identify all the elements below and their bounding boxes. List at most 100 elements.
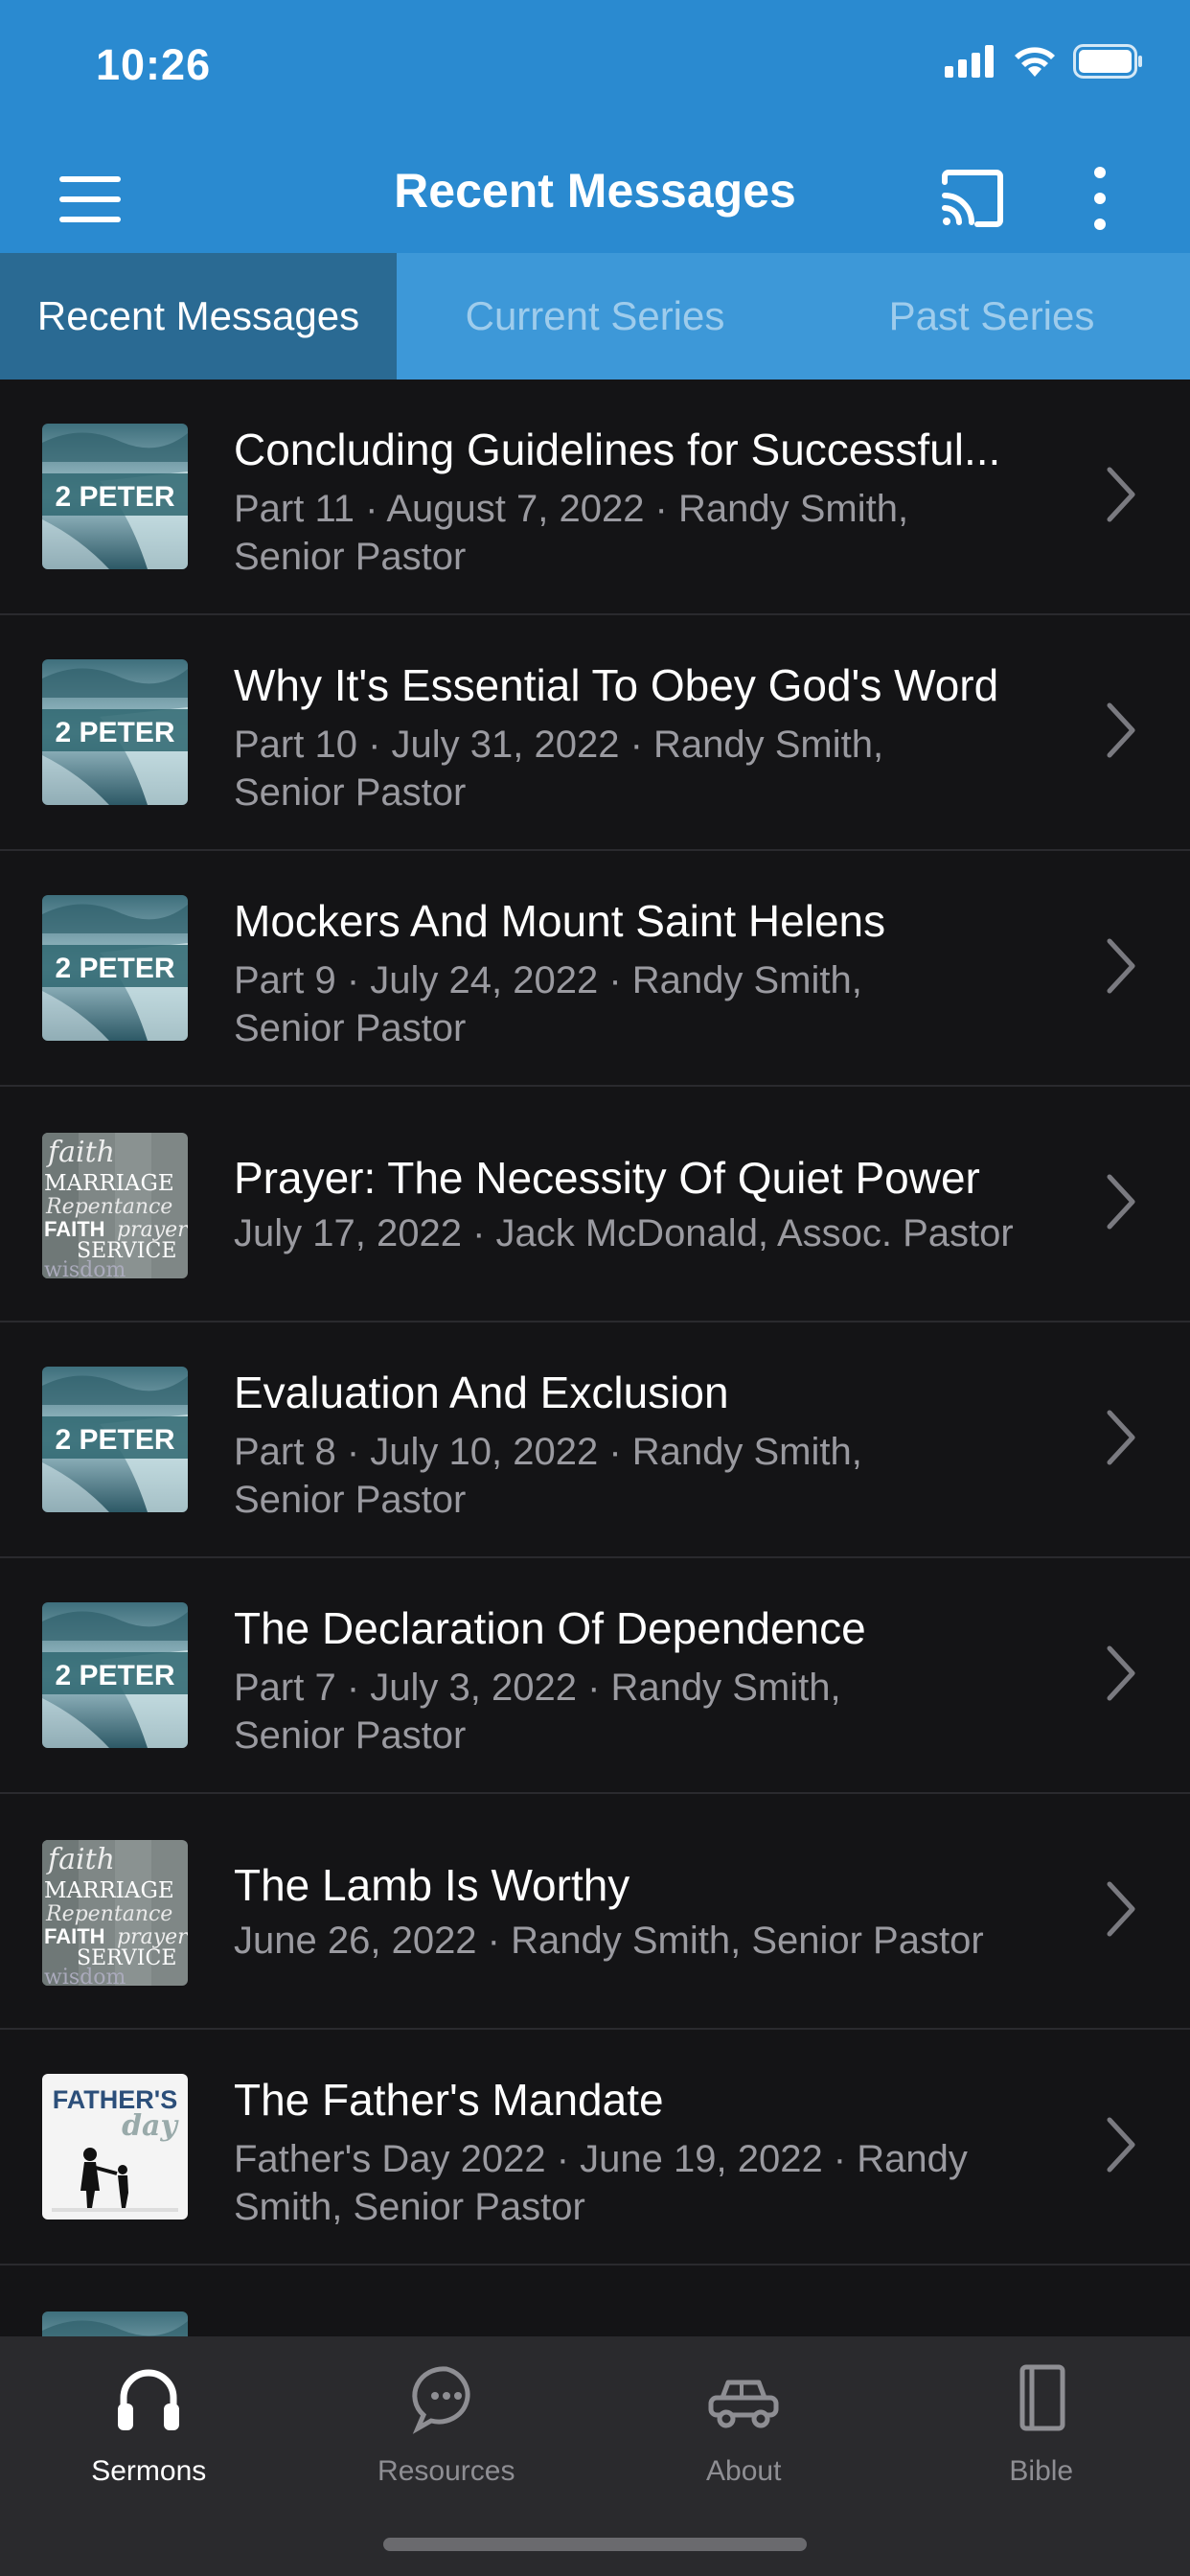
tab-past-series[interactable]: Past Series: [793, 253, 1190, 380]
message-meta-line: Senior Pastor: [234, 1714, 467, 1757]
message-meta: Part 7 · July 3, 2022 · Randy Smith, Seni…: [234, 1664, 1075, 1760]
message-thumbnail: 2 PETER: [42, 1602, 188, 1748]
series-thumbnail-2-peter: 2 PETER: [42, 895, 188, 1041]
message-meta-line: Part 9 · July 24, 2022 · Randy Smith,: [234, 959, 862, 1001]
message-thumbnail: faith MARRIAGE Repentance FAITH prayer S…: [42, 1133, 188, 1278]
message-thumbnail: 2 PETER: [42, 1367, 188, 1512]
tab-label: Resources: [378, 2455, 515, 2487]
series-thumbnail-2-peter: 2 PETER: [42, 2312, 188, 2336]
home-indicator[interactable]: [383, 2538, 807, 2551]
chevron-right-icon: [1107, 2117, 1135, 2173]
series-thumbnail-2-peter: 2 PETER: [42, 424, 188, 569]
series-thumbnail-2-peter: 2 PETER: [42, 1602, 188, 1748]
svg-text:wisdom: wisdom: [44, 1966, 126, 1986]
message-row[interactable]: 2 PETER Concluding Guidelines for Succes…: [0, 380, 1190, 615]
tab-recent-messages[interactable]: Recent Messages: [0, 253, 397, 380]
message-meta-line: June 26, 2022 · Randy Smith, Senior Past…: [234, 1920, 984, 1962]
header: Recent Messages: [0, 146, 1190, 253]
headphones-icon: [118, 2369, 180, 2430]
svg-text:faith: faith: [46, 1843, 115, 1876]
top-bar: 10:26 Recent Messages: [0, 0, 1190, 253]
message-row[interactable]: faith MARRIAGE Repentance FAITH prayer S…: [0, 1794, 1190, 2030]
message-thumbnail: 2 PETER: [42, 2312, 188, 2336]
message-meta-line: Father's Day 2022 · June 19, 2022 · Rand…: [234, 2138, 968, 2180]
thumb-label: 2 PETER: [55, 1660, 174, 1691]
car-icon: [708, 2380, 779, 2428]
more-options-button[interactable]: [1085, 163, 1115, 234]
message-title: Evaluation And Exclusion: [234, 1368, 729, 1417]
cast-icon: [942, 170, 1003, 227]
more-vertical-icon: [1094, 167, 1106, 230]
message-row[interactable]: faith MARRIAGE Repentance FAITH prayer S…: [0, 1087, 1190, 1322]
thumb-label: 2 PETER: [55, 1424, 174, 1456]
message-thumbnail: 2 PETER: [42, 895, 188, 1041]
book-icon: [1019, 2364, 1065, 2431]
tab-sermons[interactable]: Sermons: [0, 2336, 298, 2576]
message-title: Prayer: The Necessity Of Quiet Power: [234, 1153, 980, 1203]
message-meta-line: Senior Pastor: [234, 1479, 467, 1521]
svg-text:FAITH: FAITH: [44, 1924, 105, 1948]
chevron-right-icon: [1107, 1174, 1135, 1230]
message-row[interactable]: 2 PETER Why It's Essential To Obey God's…: [0, 615, 1190, 851]
cast-button[interactable]: [937, 163, 1008, 234]
message-meta-line: Part 10 · July 31, 2022 · Randy Smith,: [234, 724, 884, 766]
thumb-label: 2 PETER: [55, 481, 174, 513]
tab-label: Sermons: [91, 2455, 207, 2487]
message-meta-line: July 17, 2022 · Jack McDonald, Assoc. Pa…: [234, 1212, 1014, 1254]
chevron-right-icon: [1107, 702, 1135, 758]
message-title: Concluding Guidelines for Successful...: [234, 425, 1001, 474]
svg-text:MARRIAGE: MARRIAGE: [44, 1878, 174, 1903]
svg-text:day: day: [122, 2109, 179, 2143]
tab-label: Bible: [1009, 2455, 1074, 2487]
thumb-label: 2 PETER: [55, 717, 174, 748]
message-meta-line: Smith, Senior Pastor: [234, 2186, 585, 2228]
message-row[interactable]: 2 PETER The Declaration Of Dependence Par…: [0, 1558, 1190, 1794]
page-title: Recent Messages: [394, 164, 796, 218]
message-meta-line: Part 11 · August 7, 2022 · Randy Smith,: [234, 488, 909, 530]
battery-icon: [1073, 44, 1142, 79]
svg-text:FAITH: FAITH: [44, 1217, 105, 1241]
signal-icon: [945, 45, 994, 78]
message-meta: Part 11 · August 7, 2022 · Randy Smith, S…: [234, 485, 1075, 581]
status-icons: [945, 44, 1144, 79]
message-meta: Part 8 · July 10, 2022 · Randy Smith, Sen…: [234, 1428, 1075, 1524]
message-row[interactable]: 2 PETER Mockers And Mount Saint Helens Pa…: [0, 851, 1190, 1087]
message-meta: June 26, 2022 · Randy Smith, Senior Past…: [234, 1917, 1075, 1965]
svg-text:faith: faith: [46, 1136, 115, 1169]
svg-text:MARRIAGE: MARRIAGE: [44, 1171, 174, 1196]
svg-text:wisdom: wisdom: [44, 1258, 126, 1278]
status-time: 10:26: [96, 40, 212, 89]
message-meta-line: Part 7 · July 3, 2022 · Randy Smith,: [234, 1667, 841, 1709]
message-list: 2 PETER Concluding Guidelines for Succes…: [0, 380, 1190, 2336]
message-title: The Lamb Is Worthy: [234, 1860, 630, 1910]
svg-text:Repentance: Repentance: [45, 1195, 172, 1219]
message-row[interactable]: 2 PETER Evaluation And Exclusion Part 8 ·…: [0, 1322, 1190, 1558]
message-thumbnail: 2 PETER: [42, 659, 188, 805]
message-row[interactable]: 2 PETER A Valuable History Lesson: [0, 2266, 1190, 2336]
tab-bible[interactable]: Bible: [893, 2336, 1190, 2576]
chat-bubble-icon: [412, 2366, 470, 2434]
message-meta-line: Senior Pastor: [234, 1007, 467, 1049]
message-thumbnail: FATHER'S day: [42, 2074, 188, 2220]
message-thumbnail: 2 PETER: [42, 424, 188, 569]
message-row[interactable]: FATHER'S day The Father's Mandate Father'…: [0, 2030, 1190, 2266]
series-thumbnail-fathers-day: FATHER'S day: [42, 2074, 188, 2220]
series-thumbnail-2-peter: 2 PETER: [42, 1367, 188, 1512]
message-title: Why It's Essential To Obey God's Word: [234, 660, 999, 710]
chevron-right-icon: [1107, 938, 1135, 994]
message-meta-line: Part 8 · July 10, 2022 · Randy Smith,: [234, 1431, 862, 1473]
series-thumbnail-words: faith MARRIAGE Repentance FAITH prayer S…: [42, 1840, 188, 1986]
series-thumbnail-words: faith MARRIAGE Repentance FAITH prayer S…: [42, 1133, 188, 1278]
thumb-label: 2 PETER: [55, 953, 174, 984]
message-title: Mockers And Mount Saint Helens: [234, 896, 886, 946]
segment-tabs: Recent Messages Current Series Past Seri…: [0, 253, 1190, 380]
message-meta-line: Senior Pastor: [234, 771, 467, 814]
chevron-right-icon: [1107, 1881, 1135, 1937]
tab-current-series[interactable]: Current Series: [397, 253, 793, 380]
message-meta-line: Senior Pastor: [234, 536, 467, 578]
message-thumbnail: faith MARRIAGE Repentance FAITH prayer S…: [42, 1840, 188, 1986]
svg-text:Repentance: Repentance: [45, 1902, 172, 1926]
chevron-right-icon: [1107, 1410, 1135, 1465]
chevron-right-icon: [1107, 1645, 1135, 1701]
message-meta: Father's Day 2022 · June 19, 2022 · Rand…: [234, 2135, 1075, 2231]
